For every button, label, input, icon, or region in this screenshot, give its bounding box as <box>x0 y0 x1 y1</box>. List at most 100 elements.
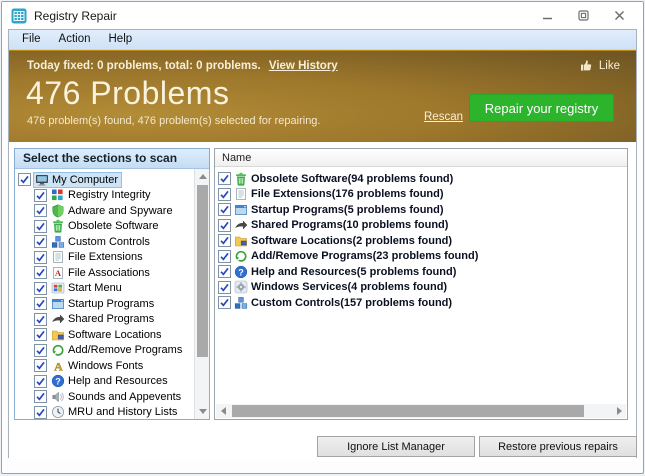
checkbox[interactable] <box>218 203 231 216</box>
tree-item-label: MRU and History Lists <box>68 406 177 418</box>
tree-item-content: Sounds and Appevents <box>49 389 185 405</box>
tree-item[interactable]: ? Help and Resources <box>15 374 193 390</box>
list-item[interactable]: Software Locations(2 problems found) <box>218 233 627 249</box>
like-label: Like <box>599 60 620 72</box>
checkbox[interactable] <box>34 390 47 403</box>
scrollbar-thumb[interactable] <box>232 405 584 417</box>
list-item[interactable]: Windows Services(4 problems found) <box>218 280 627 296</box>
tree-item[interactable]: AFile Associations <box>15 265 193 281</box>
clock-icon <box>51 405 65 419</box>
repair-registry-button[interactable]: Repair your registry <box>469 94 614 122</box>
tree-item[interactable]: Sounds and Appevents <box>15 389 193 405</box>
checkbox[interactable] <box>218 250 231 263</box>
checkbox[interactable] <box>218 281 231 294</box>
tree-item[interactable]: Adware and Spyware <box>15 203 193 219</box>
scrollbar-thumb[interactable] <box>197 185 208 357</box>
tree-item-content: File Extensions <box>49 249 147 265</box>
document-icon <box>234 187 248 201</box>
window-title: Registry Repair <box>34 9 117 23</box>
list-item[interactable]: File Extensions(176 problems found) <box>218 187 627 203</box>
list-item[interactable]: Custom Controls(157 problems found) <box>218 295 627 311</box>
tree-item[interactable]: Add/Remove Programs <box>15 343 193 359</box>
blocks-icon <box>234 296 248 310</box>
checkbox[interactable] <box>34 282 47 295</box>
tree-item[interactable]: AWindows Fonts <box>15 358 193 374</box>
tree-item-label: Start Menu <box>68 282 122 294</box>
menu-item-action[interactable]: Action <box>50 30 100 49</box>
checkbox[interactable] <box>34 220 47 233</box>
scroll-up-button[interactable] <box>195 169 210 184</box>
tree-item[interactable]: File Extensions <box>15 250 193 266</box>
checkbox[interactable] <box>34 344 47 357</box>
list-item[interactable]: ?Help and Resources(5 problems found) <box>218 264 627 280</box>
checkbox[interactable] <box>34 189 47 202</box>
results-horizontal-scrollbar[interactable] <box>216 404 626 418</box>
list-item[interactable]: Startup Programs(5 problems found) <box>218 202 627 218</box>
menu-item-help[interactable]: Help <box>100 30 142 49</box>
tree-item-label: Shared Programs <box>68 313 154 325</box>
checkbox[interactable] <box>218 234 231 247</box>
checkbox[interactable] <box>34 359 47 372</box>
checkbox[interactable] <box>34 204 47 217</box>
checkbox[interactable] <box>218 265 231 278</box>
svg-text:?: ? <box>55 377 61 387</box>
list-item-label: Software Locations(2 problems found) <box>251 235 452 247</box>
checkbox[interactable] <box>34 297 47 310</box>
list-item-label: Obsolete Software(94 problems found) <box>251 173 453 185</box>
checkbox[interactable] <box>34 251 47 264</box>
checkbox[interactable] <box>34 235 47 248</box>
list-item[interactable]: Shared Programs(10 problems found) <box>218 218 627 234</box>
restore-previous-repairs-button[interactable]: Restore previous repairs <box>479 436 637 457</box>
problems-count-title: 476 Problems <box>26 75 229 112</box>
view-history-link[interactable]: View History <box>269 60 338 72</box>
like-button[interactable]: Like <box>580 59 620 73</box>
tree-item-label: Startup Programs <box>68 298 154 310</box>
ignore-list-manager-button[interactable]: Ignore List Manager <box>317 436 475 457</box>
list-item-label: Windows Services(4 problems found) <box>251 281 447 293</box>
tree-item[interactable]: Shared Programs <box>15 312 193 328</box>
tree-item-content: ? Help and Resources <box>49 373 172 389</box>
tree-item-label: My Computer <box>52 174 118 186</box>
tree-item-content: Obsolete Software <box>49 218 163 234</box>
checkbox[interactable] <box>218 219 231 232</box>
menu-item-file[interactable]: File <box>13 30 50 49</box>
checkbox[interactable] <box>34 375 47 388</box>
checkbox[interactable] <box>34 328 47 341</box>
list-item[interactable]: Add/Remove Programs(23 problems found) <box>218 249 627 265</box>
tree-item[interactable]: Registry Integrity <box>15 188 193 204</box>
checkbox[interactable] <box>34 406 47 419</box>
scroll-left-button[interactable] <box>216 404 230 418</box>
checkbox[interactable] <box>218 188 231 201</box>
windows-logo-icon <box>51 281 65 295</box>
tree-item[interactable]: Obsolete Software <box>15 219 193 235</box>
share-arrow-icon <box>234 218 248 232</box>
name-column-header[interactable]: Name <box>215 149 627 167</box>
rescan-link[interactable]: Rescan <box>424 111 463 123</box>
list-item-label: Custom Controls(157 problems found) <box>251 297 452 309</box>
tree-item-label: Add/Remove Programs <box>68 344 182 356</box>
tree-item[interactable]: My Computer <box>15 172 193 188</box>
checkbox[interactable] <box>18 173 31 186</box>
tree-item-label: Help and Resources <box>68 375 168 387</box>
list-item[interactable]: Obsolete Software(94 problems found) <box>218 171 627 187</box>
tree-item[interactable]: Start Menu <box>15 281 193 297</box>
checkbox[interactable] <box>34 266 47 279</box>
scroll-down-button[interactable] <box>195 404 210 419</box>
minimize-button[interactable] <box>539 9 555 23</box>
client-area: FileActionHelp Today fixed: 0 problems, … <box>8 29 637 458</box>
checkbox[interactable] <box>218 172 231 185</box>
close-button[interactable] <box>611 9 627 23</box>
scroll-right-button[interactable] <box>612 404 626 418</box>
tree-item[interactable]: MRU and History Lists <box>15 405 193 420</box>
tree-item-content: Custom Controls <box>49 234 154 250</box>
tree-item-content: Startup Programs <box>49 296 158 312</box>
help-icon: ? <box>234 265 248 279</box>
tree-item[interactable]: Custom Controls <box>15 234 193 250</box>
tree-vertical-scrollbar[interactable] <box>194 169 209 419</box>
tree-item[interactable]: Startup Programs <box>15 296 193 312</box>
checkbox[interactable] <box>34 313 47 326</box>
tree-item[interactable]: Software Locations <box>15 327 193 343</box>
maximize-button[interactable] <box>575 9 591 23</box>
checkbox[interactable] <box>218 296 231 309</box>
speaker-icon <box>51 390 65 404</box>
